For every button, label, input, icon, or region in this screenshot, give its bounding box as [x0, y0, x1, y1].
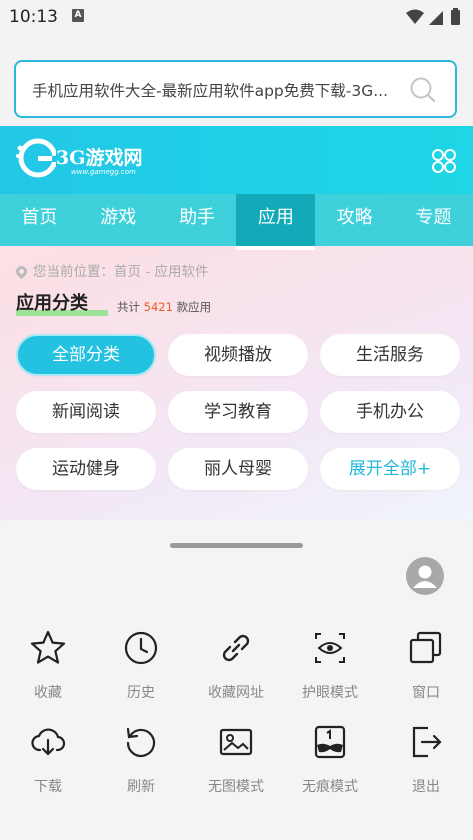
incognito-icon	[314, 725, 346, 759]
status-bar: 10:13 A	[0, 0, 473, 34]
location-pin-icon	[13, 263, 30, 280]
windows-icon	[409, 631, 442, 664]
breadcrumb: 您当前位置：首页 - 应用软件	[13, 260, 209, 280]
no-image-icon	[219, 728, 253, 756]
drag-handle[interactable]	[170, 543, 303, 548]
avatar[interactable]	[406, 557, 444, 595]
action-incognito[interactable]: 无痕模式	[290, 722, 370, 796]
bottom-sheet-menu: 收藏 历史 收藏网址 护眼模式 窗口 下载 刷新 无图模式 无痕模式 退出	[0, 521, 473, 840]
action-eye-care[interactable]: 护眼模式	[290, 628, 370, 702]
logo-domain: www.gamegg.com	[71, 168, 136, 176]
exit-icon	[412, 726, 442, 758]
site-logo[interactable]: 3G游戏网 www.gamegg.com	[16, 138, 142, 182]
nav-games[interactable]: 游戏	[79, 194, 158, 246]
action-label: 无图模式	[208, 779, 264, 795]
nav-home[interactable]: 首页	[0, 194, 79, 246]
category-title: 应用分类	[16, 293, 88, 314]
chip-news[interactable]: 新闻阅读	[16, 391, 156, 433]
chip-beauty[interactable]: 丽人母婴	[168, 448, 308, 490]
action-no-image[interactable]: 无图模式	[196, 722, 276, 796]
action-windows[interactable]: 窗口	[386, 628, 466, 702]
link-icon	[222, 634, 250, 662]
user-icon	[413, 565, 437, 588]
menu-icon[interactable]	[431, 148, 457, 174]
action-download[interactable]: 下载	[8, 722, 88, 796]
address-bar[interactable]: 手机应用软件大全-最新应用软件app免费下载-3G...	[14, 60, 457, 118]
action-label: 历史	[127, 685, 155, 701]
star-icon	[30, 630, 66, 664]
site-nav: 首页 游戏 助手 应用 攻略 专题	[0, 194, 473, 250]
chip-all[interactable]: 全部分类	[16, 334, 156, 376]
breadcrumb-text: 您当前位置：首页 - 应用软件	[33, 264, 209, 280]
chip-expand-all[interactable]: 展开全部+	[320, 448, 460, 490]
url-text[interactable]: 手机应用软件大全-最新应用软件app免费下载-3G...	[32, 79, 402, 101]
nav-apps[interactable]: 应用	[236, 194, 316, 250]
chip-office[interactable]: 手机办公	[320, 391, 460, 433]
status-time: 10:13	[9, 7, 58, 27]
action-label: 下载	[34, 779, 62, 795]
clock-icon	[124, 631, 158, 665]
site-header: 3G游戏网 www.gamegg.com	[0, 126, 473, 194]
chip-video[interactable]: 视频播放	[168, 334, 308, 376]
action-label: 刷新	[127, 779, 155, 795]
refresh-icon	[126, 727, 156, 758]
chip-education[interactable]: 学习教育	[168, 391, 308, 433]
count-prefix: 共计	[117, 300, 140, 314]
logo-text: 3G游戏网	[56, 147, 143, 169]
cloud-download-icon	[31, 728, 66, 756]
web-page: 3G游戏网 www.gamegg.com 首页 游戏 助手 应用 攻略 专题 您…	[0, 126, 473, 520]
action-favorite[interactable]: 收藏	[8, 628, 88, 702]
logo-g-icon	[16, 138, 58, 178]
action-label: 护眼模式	[302, 685, 358, 701]
nav-helper[interactable]: 助手	[158, 194, 237, 246]
action-label: 无痕模式	[302, 779, 358, 795]
category-heading: 应用分类	[16, 289, 108, 316]
action-bookmark-url[interactable]: 收藏网址	[196, 628, 276, 702]
action-label: 窗口	[412, 685, 440, 701]
chip-life[interactable]: 生活服务	[320, 334, 460, 376]
action-label: 退出	[412, 779, 440, 795]
nav-topics[interactable]: 专题	[394, 194, 473, 246]
nav-guides[interactable]: 攻略	[315, 194, 394, 246]
action-history[interactable]: 历史	[101, 628, 181, 702]
search-icon[interactable]	[409, 76, 437, 104]
system-indicators-icon	[406, 8, 460, 25]
count-value: 5421	[143, 300, 173, 314]
action-refresh[interactable]: 刷新	[101, 722, 181, 796]
notification-icon: A	[72, 9, 84, 22]
action-label: 收藏网址	[208, 685, 264, 701]
count-suffix: 款应用	[176, 300, 212, 314]
action-label: 收藏	[34, 685, 62, 701]
chip-sports[interactable]: 运动健身	[16, 448, 156, 490]
action-exit[interactable]: 退出	[386, 722, 466, 796]
app-count: 共计 5421 款应用	[117, 299, 211, 315]
eye-icon	[315, 633, 345, 663]
